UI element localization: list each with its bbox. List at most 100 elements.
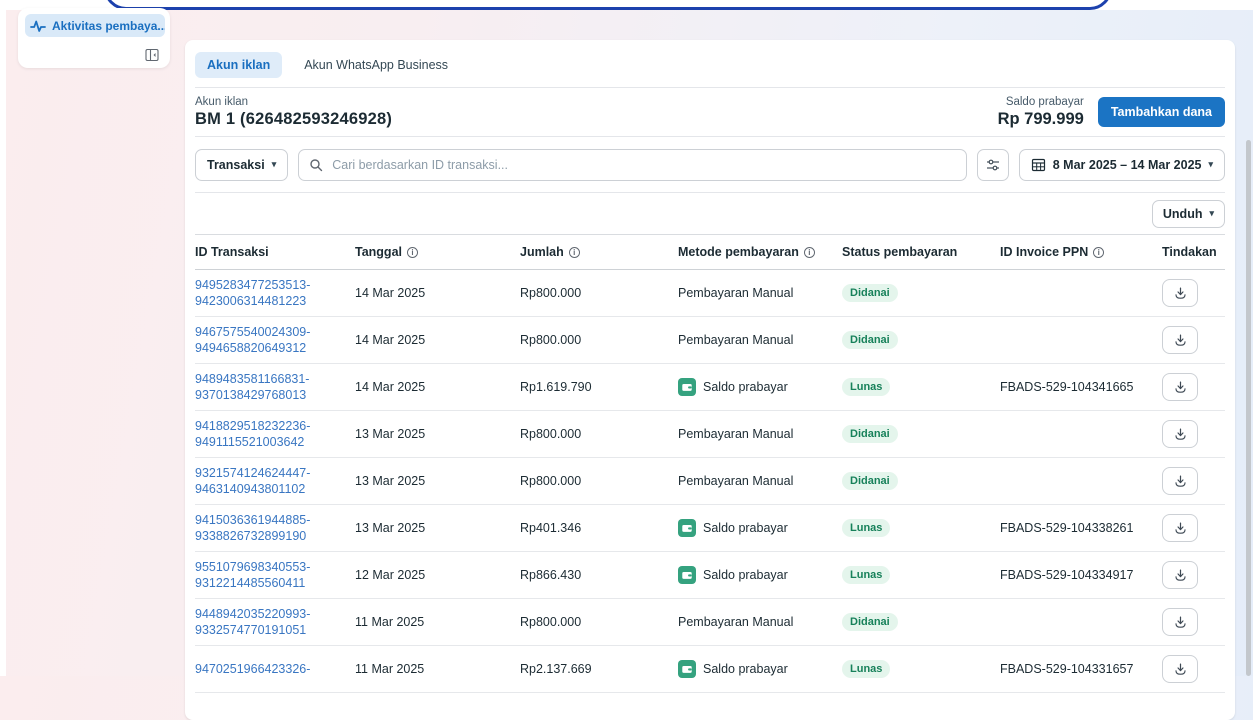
transaction-type-dropdown[interactable]: Transaksi ▾ [195, 149, 288, 181]
payment-status-badge: Didanai [842, 613, 898, 631]
column-header: Metode pembayarani [678, 245, 842, 259]
collapse-sidebar-icon[interactable] [143, 46, 160, 63]
download-icon [1173, 380, 1188, 395]
sidebar-panel: Aktivitas pembaya... [18, 8, 170, 68]
download-icon [1173, 333, 1188, 348]
payment-status-badge: Lunas [842, 660, 890, 678]
payment-method: Pembayaran Manual [678, 474, 793, 488]
wallet-icon [678, 378, 696, 396]
vertical-scrollbar[interactable] [1246, 140, 1251, 676]
column-header: Jumlahi [520, 245, 678, 259]
transaction-date: 11 Mar 2025 [355, 662, 520, 676]
download-invoice-button[interactable] [1162, 561, 1198, 589]
payment-status-badge: Didanai [842, 284, 898, 302]
payment-method: Saldo prabayar [703, 568, 788, 582]
transaction-amount: Rp866.430 [520, 568, 678, 582]
date-range-picker[interactable]: 8 Mar 2025 – 14 Mar 2025 ▾ [1019, 149, 1225, 181]
payment-method: Pembayaran Manual [678, 286, 793, 300]
table-row: 9470251966423326- 11 Mar 2025 Rp2.137.66… [195, 646, 1225, 693]
download-invoice-button[interactable] [1162, 420, 1198, 448]
table-row: 9495283477253513-9423006314481223 14 Mar… [195, 270, 1225, 317]
transaction-date: 13 Mar 2025 [355, 521, 520, 535]
info-icon[interactable]: i [804, 247, 815, 258]
transaction-date: 14 Mar 2025 [355, 333, 520, 347]
table-row: 9321574124624447-9463140943801102 13 Mar… [195, 458, 1225, 505]
invoice-id: FBADS-529-104331657 [1000, 662, 1162, 676]
invoice-id: FBADS-529-104338261 [1000, 521, 1162, 535]
transaction-id-link[interactable]: 9495283477253513-9423006314481223 [195, 277, 310, 310]
billing-activity-card: Akun iklan Akun WhatsApp Business Akun i… [185, 40, 1235, 720]
download-invoice-button[interactable] [1162, 514, 1198, 542]
download-invoice-button[interactable] [1162, 373, 1198, 401]
table-row: 9467575540024309-9494658820649312 14 Mar… [195, 317, 1225, 364]
chevron-down-icon: ▾ [1208, 160, 1213, 169]
wallet-icon [678, 660, 696, 678]
transaction-id-link[interactable]: 9467575540024309-9494658820649312 [195, 324, 310, 357]
chevron-down-icon: ▾ [272, 160, 277, 169]
download-invoice-button[interactable] [1162, 655, 1198, 683]
tab-ad-account[interactable]: Akun iklan [195, 52, 282, 78]
payment-status-badge: Didanai [842, 472, 898, 490]
column-header: Tindakan [1162, 245, 1225, 259]
account-header: Akun iklan BM 1 (626482593246928) Saldo … [195, 88, 1225, 137]
payment-method: Saldo prabayar [703, 521, 788, 535]
transaction-id-link[interactable]: 9418829518232236-9491115521003642 [195, 418, 310, 451]
pulse-icon [30, 18, 46, 34]
download-invoice-button[interactable] [1162, 608, 1198, 636]
transaction-id-link[interactable]: 9470251966423326- [195, 661, 310, 678]
download-icon [1173, 662, 1188, 677]
download-icon [1173, 286, 1188, 301]
prepaid-balance-amount: Rp 799.999 [998, 110, 1084, 129]
wallet-icon [678, 566, 696, 584]
table-row: 9418829518232236-9491115521003642 13 Mar… [195, 411, 1225, 458]
search-icon [309, 158, 323, 172]
search-input[interactable] [330, 157, 956, 173]
search-field[interactable] [298, 149, 967, 181]
payment-method: Saldo prabayar [703, 380, 788, 394]
payment-method: Pembayaran Manual [678, 427, 793, 441]
sidebar-item-payment-activity[interactable]: Aktivitas pembaya... [25, 14, 165, 37]
download-invoice-button[interactable] [1162, 467, 1198, 495]
prepaid-balance-label: Saldo prabayar [998, 96, 1084, 108]
info-icon[interactable]: i [1093, 247, 1104, 258]
download-invoice-button[interactable] [1162, 279, 1198, 307]
wallet-icon [678, 519, 696, 537]
account-tabs: Akun iklan Akun WhatsApp Business [195, 40, 1225, 88]
download-bar: Unduh ▾ [195, 193, 1225, 235]
filter-bar: Transaksi ▾ 8 Mar 2025 – 14 Mar 2025 ▾ [195, 137, 1225, 193]
payment-method: Pembayaran Manual [678, 333, 793, 347]
transaction-id-link[interactable]: 9321574124624447-9463140943801102 [195, 465, 310, 498]
left-background-strip [0, 0, 6, 676]
payment-status-badge: Lunas [842, 566, 890, 584]
filter-settings-button[interactable] [977, 149, 1009, 181]
transaction-date: 11 Mar 2025 [355, 615, 520, 629]
transaction-id-link[interactable]: 9489483581166831-9370138429768013 [195, 371, 309, 404]
info-icon[interactable]: i [569, 247, 580, 258]
tab-whatsapp-business[interactable]: Akun WhatsApp Business [292, 52, 460, 78]
download-dropdown-button[interactable]: Unduh ▾ [1152, 200, 1225, 228]
transaction-amount: Rp401.346 [520, 521, 678, 535]
transaction-id-link[interactable]: 9551079698340553-9312214485560411 [195, 559, 310, 592]
download-icon [1173, 568, 1188, 583]
transactions-table-body: 9495283477253513-9423006314481223 14 Mar… [195, 270, 1225, 693]
table-header-row: ID TransaksiTanggaliJumlahiMetode pembay… [195, 235, 1225, 270]
calendar-icon [1031, 157, 1046, 172]
payment-method: Saldo prabayar [703, 662, 788, 676]
info-icon[interactable]: i [407, 247, 418, 258]
transaction-date: 13 Mar 2025 [355, 474, 520, 488]
transaction-amount: Rp800.000 [520, 615, 678, 629]
download-invoice-button[interactable] [1162, 326, 1198, 354]
payment-status-badge: Didanai [842, 331, 898, 349]
invoice-id: FBADS-529-104341665 [1000, 380, 1162, 394]
table-row: 9415036361944885-9338826732899190 13 Mar… [195, 505, 1225, 552]
transaction-date: 14 Mar 2025 [355, 380, 520, 394]
payment-status-badge: Lunas [842, 519, 890, 537]
column-header: ID Transaksi [195, 245, 355, 259]
transaction-id-link[interactable]: 9448942035220993-9332574770191051 [195, 606, 310, 639]
column-header: Tanggali [355, 245, 520, 259]
transaction-id-link[interactable]: 9415036361944885-9338826732899190 [195, 512, 310, 545]
transaction-amount: Rp800.000 [520, 333, 678, 347]
add-funds-button[interactable]: Tambahkan dana [1098, 97, 1225, 127]
payment-status-badge: Didanai [842, 425, 898, 443]
transaction-amount: Rp1.619.790 [520, 380, 678, 394]
